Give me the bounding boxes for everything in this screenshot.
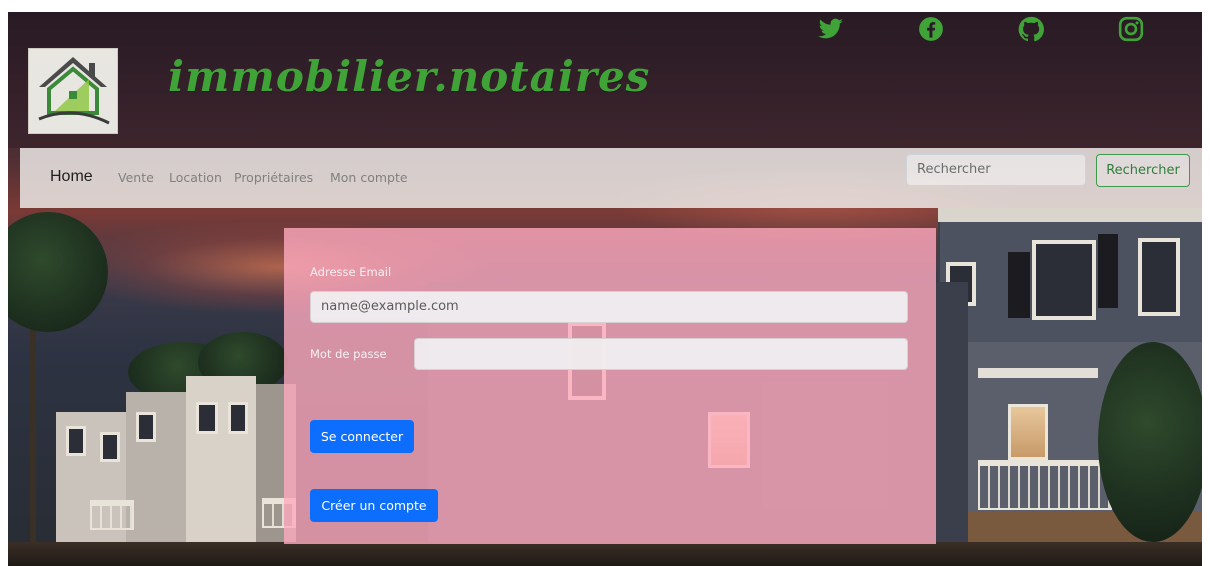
window (100, 432, 120, 462)
twitter-icon[interactable] (816, 14, 846, 44)
login-button[interactable]: Se connecter (310, 420, 414, 453)
house-logo-icon (38, 57, 110, 125)
shutter (1098, 234, 1118, 308)
page-background: immobilier.notaires Home Vente Location … (8, 12, 1202, 566)
nav-link-vente[interactable]: Vente (118, 170, 154, 185)
shutter (1008, 252, 1030, 318)
window-lit (1008, 404, 1048, 460)
balcony-slab (978, 368, 1098, 378)
facebook-icon[interactable] (916, 14, 946, 44)
github-icon[interactable] (1016, 14, 1046, 44)
window (228, 402, 248, 434)
house (126, 392, 186, 566)
brand-title[interactable]: immobilier.notaires (168, 52, 650, 101)
navbar: Home Vente Location Propriétaires Mon co… (20, 148, 1202, 208)
building-roofline (938, 208, 1202, 222)
email-field[interactable]: name@example.com (310, 291, 908, 323)
nav-link-mon-compte[interactable]: Mon compte (330, 170, 408, 185)
window (66, 426, 86, 456)
search-button[interactable]: Rechercher (1096, 154, 1190, 187)
email-label: Adresse Email (310, 265, 392, 279)
password-label: Mot de passe (310, 347, 387, 361)
logo[interactable] (28, 48, 118, 134)
window (1032, 240, 1096, 320)
create-account-button[interactable]: Créer un compte (310, 489, 438, 522)
balcony (978, 460, 1112, 510)
window (1138, 238, 1180, 316)
ground (8, 542, 1202, 566)
tree (1098, 342, 1202, 542)
nav-home-link[interactable]: Home (50, 168, 93, 186)
login-form: Adresse Email name@example.com Mot de pa… (284, 228, 936, 544)
window (136, 412, 156, 442)
nav-link-proprietaires[interactable]: Propriétaires (234, 170, 313, 185)
search-input[interactable]: Rechercher (906, 154, 1086, 186)
nav-link-location[interactable]: Location (169, 170, 222, 185)
window (196, 402, 218, 434)
password-field[interactable] (414, 338, 908, 370)
instagram-icon[interactable] (1116, 14, 1146, 44)
balcony (90, 500, 134, 530)
